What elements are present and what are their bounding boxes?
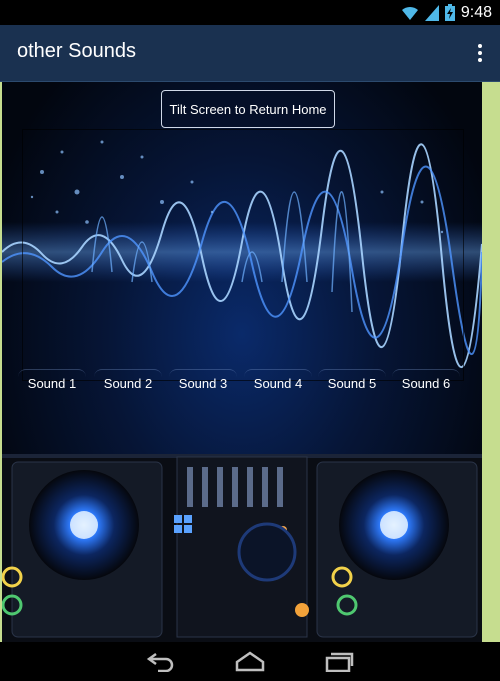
- sound-2-button[interactable]: Sound 2: [94, 369, 162, 396]
- recent-apps-icon[interactable]: [324, 650, 354, 672]
- status-icons: 9:48: [401, 0, 492, 25]
- overflow-menu-icon[interactable]: [470, 39, 490, 67]
- content-area: Tilt Screen to Return Home Sound 1 Sound…: [0, 82, 500, 642]
- sound-6-button[interactable]: Sound 6: [392, 369, 460, 396]
- sound-5-button[interactable]: Sound 5: [318, 369, 386, 396]
- app-title: other Sounds: [17, 40, 136, 62]
- tilt-return-home-button[interactable]: Tilt Screen to Return Home: [161, 90, 335, 128]
- sound-4-button[interactable]: Sound 4: [244, 369, 312, 396]
- battery-charging-icon: [444, 4, 455, 21]
- wifi-icon: [401, 6, 418, 20]
- status-bar: 9:48: [0, 0, 500, 25]
- back-icon[interactable]: [146, 650, 176, 672]
- navigation-bar: [0, 642, 500, 681]
- status-time: 9:48: [460, 3, 492, 21]
- action-bar: other Sounds: [0, 25, 500, 82]
- signal-icon: [424, 4, 439, 21]
- sound-1-button[interactable]: Sound 1: [18, 369, 86, 396]
- sound-3-button[interactable]: Sound 3: [169, 369, 237, 396]
- home-icon[interactable]: [234, 650, 266, 672]
- dj-background-image: [2, 82, 482, 642]
- sound-button-row: Sound 1 Sound 2 Sound 3 Sound 4 Sound 5 …: [18, 369, 464, 395]
- sound-panel-frame: [22, 129, 464, 381]
